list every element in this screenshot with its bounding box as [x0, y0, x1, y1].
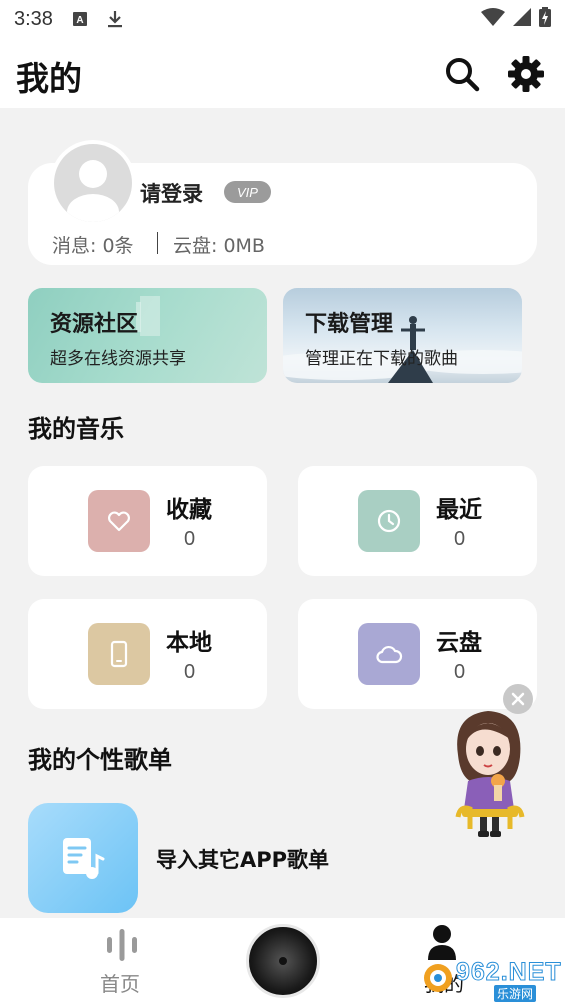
import-playlist-button[interactable]	[28, 803, 138, 913]
cloud-label: 云盘	[436, 630, 482, 656]
cloud-count: 0	[454, 661, 466, 683]
battery-icon	[539, 7, 551, 31]
cloud-icon-tile	[358, 623, 420, 685]
watermark-sub: 乐游网	[494, 985, 537, 1002]
tab-home[interactable]	[104, 926, 140, 966]
status-bar: 3:38 A	[0, 0, 565, 38]
top-header: 我的	[0, 38, 565, 108]
local-count: 0	[184, 661, 196, 683]
site-watermark: 962.NET 乐游网	[422, 958, 562, 1002]
local-label: 本地	[166, 630, 212, 656]
clock-icon	[377, 509, 401, 533]
status-time: 3:38	[14, 7, 53, 30]
heart-icon	[108, 511, 130, 532]
recent-card[interactable]: 最近 0	[298, 466, 537, 576]
banner-subtitle: 超多在线资源共享	[50, 349, 186, 369]
recent-label: 最近	[436, 497, 482, 523]
tab-home-label[interactable]: 首页	[100, 968, 140, 997]
close-icon	[511, 692, 525, 706]
favorites-label: 收藏	[166, 497, 212, 523]
gear-icon	[508, 56, 544, 92]
soundwave-icon	[107, 929, 137, 961]
favorites-count: 0	[184, 528, 196, 550]
now-playing-disc[interactable]	[246, 924, 320, 998]
default-avatar-icon	[67, 160, 119, 222]
cloud-icon	[376, 645, 403, 664]
favorites-icon-tile	[88, 490, 150, 552]
keyboard-a-icon: A	[72, 12, 87, 26]
watermark-logo-icon	[424, 964, 452, 992]
my-playlists-heading: 我的个性歌单	[28, 746, 172, 774]
disc-hole	[279, 957, 287, 965]
cloud-card[interactable]: 云盘 0	[298, 599, 537, 709]
phone-icon	[110, 640, 128, 668]
recent-icon-tile	[358, 490, 420, 552]
local-card[interactable]: 本地 0	[28, 599, 267, 709]
person-icon	[428, 925, 456, 960]
search-button[interactable]	[442, 54, 482, 94]
banner-title: 资源社区	[50, 312, 139, 337]
signal-icon	[513, 8, 531, 30]
search-icon	[446, 58, 480, 92]
wifi-icon	[481, 8, 505, 30]
local-icon-tile	[88, 623, 150, 685]
watermark-brand: 962.NET	[456, 958, 562, 987]
messages-count[interactable]: 消息: 0条	[52, 231, 134, 258]
import-playlist-label[interactable]: 导入其它APP歌单	[156, 844, 329, 874]
settings-button[interactable]	[506, 54, 546, 94]
page-title: 我的	[16, 59, 82, 98]
vip-badge: VIP	[224, 181, 271, 203]
cloud-usage[interactable]: 云盘: 0MB	[173, 231, 265, 258]
favorites-card[interactable]: 收藏 0	[28, 466, 267, 576]
download-icon	[107, 10, 123, 28]
svg-text:A: A	[76, 15, 83, 26]
banner-title: 下载管理	[305, 312, 394, 337]
login-link[interactable]: 请登录	[140, 178, 203, 208]
my-music-heading: 我的音乐	[28, 415, 124, 443]
girl-mascot-icon	[455, 711, 525, 837]
download-manager-banner[interactable]: 下载管理 管理正在下载的歌曲	[283, 288, 522, 383]
music-doc-icon	[63, 838, 105, 879]
banner-subtitle: 管理正在下载的歌曲	[305, 349, 458, 369]
recent-count: 0	[454, 528, 466, 550]
resource-community-banner[interactable]: 资源社区 超多在线资源共享	[28, 288, 267, 383]
stat-divider	[157, 232, 158, 254]
avatar[interactable]	[50, 140, 136, 226]
floating-mascot[interactable]	[440, 705, 540, 840]
